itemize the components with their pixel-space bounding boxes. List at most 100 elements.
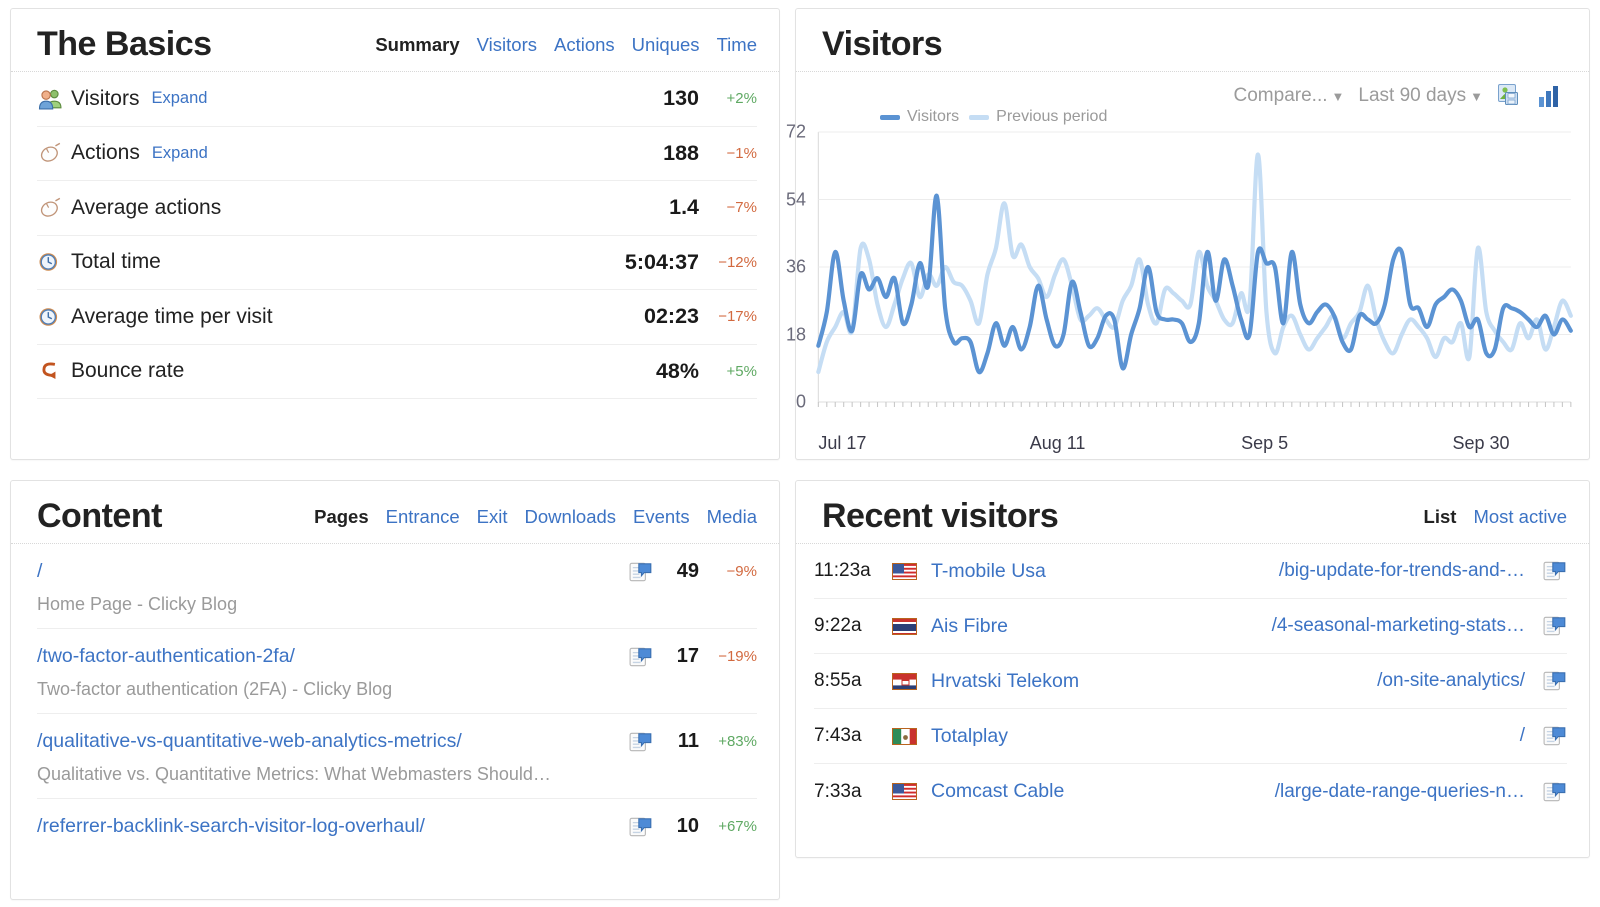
page-preview-icon[interactable] [1543, 615, 1567, 637]
tab-entrance[interactable]: Entrance [386, 506, 460, 528]
visitor-org-link[interactable]: Totalplay [931, 725, 1008, 748]
table-row[interactable]: 8:55a Hrvatski Telekom /on-site-analytic… [814, 654, 1567, 709]
clock-icon [37, 251, 64, 273]
compare-dropdown[interactable]: Compare... ▼ [1234, 85, 1345, 107]
visitor-org-link[interactable]: Comcast Cable [931, 780, 1064, 803]
mouse-icon [37, 197, 64, 219]
stat-row-bounce-rate[interactable]: Bounce rate 48% +5% [37, 345, 757, 399]
tab-media[interactable]: Media [707, 506, 757, 528]
stat-value: 130 [663, 86, 699, 111]
date-range-dropdown[interactable]: Last 90 days ▼ [1358, 85, 1483, 107]
page-visits-value: 11 [677, 730, 699, 752]
flag-icon-th [892, 617, 917, 635]
stat-row-total-time[interactable]: Total time 5:04:37 −12% [37, 236, 757, 290]
list-item[interactable]: /referrer-backlink-search-visitor-log-ov… [37, 799, 757, 851]
page-preview-icon[interactable] [1543, 670, 1567, 692]
tab-pages[interactable]: Pages [314, 506, 369, 528]
dashboard-page: The Basics Summary Visitors Actions Uniq… [0, 0, 1600, 907]
page-visits-value: 10 [676, 815, 699, 837]
page-title-text: Qualitative vs. Quantitative Metrics: Wh… [37, 764, 551, 784]
flag-icon-mx [892, 727, 917, 745]
tab-events[interactable]: Events [633, 506, 690, 528]
visit-time: 7:33a [814, 780, 862, 802]
stat-row-average-actions[interactable]: Average actions 1.4 −7% [37, 181, 757, 236]
visitors-title: Visitors [822, 25, 943, 63]
tab-uniques[interactable]: Uniques [632, 34, 700, 56]
content-row-line: / 49 −9% [37, 560, 757, 583]
recent-visitors-list: 11:23a T-mobile Usa /big-update-for-tren… [796, 544, 1589, 819]
visited-page-link[interactable]: /big-update-for-trends-and-… [1279, 560, 1525, 582]
basics-tabs[interactable]: Summary Visitors Actions Uniques Time [375, 34, 757, 61]
recent-visitors-panel: Recent visitors List Most active 11:23a … [795, 480, 1590, 858]
content-tabs[interactable]: Pages Entrance Exit Downloads Events Med… [314, 506, 757, 533]
flag-icon-us [892, 783, 917, 800]
tab-list[interactable]: List [1424, 506, 1457, 528]
page-url-link[interactable]: /two-factor-authentication-2fa/ [37, 645, 295, 668]
basics-panel: The Basics Summary Visitors Actions Uniq… [10, 8, 780, 460]
list-item[interactable]: / 49 −9% Home Page - Clicky Blog [37, 544, 757, 629]
stat-row-actions[interactable]: Actions Expand 188 −1% [37, 127, 757, 181]
flag-icon-hr [892, 672, 917, 690]
visitors-chart[interactable]: 0 18 36 54 72 Jul 17 Aug 11 Sep 5 Sep 30 [786, 121, 1573, 453]
page-preview-icon[interactable] [629, 646, 653, 668]
table-row[interactable]: 9:22a Ais Fibre /4-seasonal-marketing-st… [814, 599, 1567, 654]
stat-value: 48% [655, 358, 699, 383]
legend-label-visitors: Visitors [907, 108, 960, 125]
page-change: −19% [718, 648, 757, 665]
page-title: The Basics [37, 25, 212, 63]
range-label: Last 90 days [1358, 85, 1467, 106]
page-preview-icon[interactable] [1543, 781, 1567, 803]
y-tick-label: 0 [795, 391, 806, 412]
expand-link-actions[interactable]: Expand [152, 144, 208, 163]
page-preview-icon[interactable] [629, 731, 653, 753]
stat-change: −17% [718, 308, 757, 326]
list-item[interactable]: /qualitative-vs-quantitative-web-analyti… [37, 714, 757, 799]
visited-page-link[interactable]: / [1520, 725, 1525, 747]
legend-visitors: Visitors [880, 108, 959, 126]
tab-downloads[interactable]: Downloads [525, 506, 617, 528]
visited-page-link[interactable]: /4-seasonal-marketing-stats… [1272, 615, 1525, 637]
page-url-link[interactable]: /qualitative-vs-quantitative-web-analyti… [37, 730, 462, 753]
visited-page-link[interactable]: /on-site-analytics/ [1377, 670, 1525, 692]
tab-exit[interactable]: Exit [477, 506, 508, 528]
stat-label: Total time [71, 250, 161, 274]
legend-previous: Previous period [969, 108, 1107, 126]
stat-row-visitors[interactable]: Visitors Expand 130 +2% [37, 72, 757, 127]
stat-row-average-time[interactable]: Average time per visit 02:23 −17% [37, 290, 757, 345]
visitor-org-link[interactable]: Ais Fibre [931, 615, 1008, 638]
tab-time[interactable]: Time [717, 34, 757, 56]
basics-header: The Basics Summary Visitors Actions Uniq… [11, 9, 779, 72]
content-panel: Content Pages Entrance Exit Downloads Ev… [10, 480, 780, 900]
bar-chart-icon[interactable] [1537, 83, 1563, 109]
table-row[interactable]: 7:43a Totalplay / [814, 709, 1567, 764]
page-url-link[interactable]: /referrer-backlink-search-visitor-log-ov… [37, 815, 425, 838]
recent-tabs[interactable]: List Most active [1424, 506, 1567, 533]
page-title-text: Two-factor authentication (2FA) - Clicky… [37, 679, 393, 699]
list-item[interactable]: /two-factor-authentication-2fa/ 17 −19% … [37, 629, 757, 714]
content-row-line: /referrer-backlink-search-visitor-log-ov… [37, 815, 757, 838]
visitors-header: Visitors [796, 9, 1589, 72]
page-preview-icon[interactable] [1543, 560, 1567, 582]
x-tick-label: Sep 30 [1452, 433, 1510, 453]
page-preview-icon[interactable] [629, 816, 653, 838]
visitor-org-link[interactable]: Hrvatski Telekom [931, 670, 1079, 693]
page-preview-icon[interactable] [629, 561, 653, 583]
visitor-org-link[interactable]: T-mobile Usa [931, 560, 1046, 583]
stat-label: Average actions [71, 195, 222, 219]
tab-most-active[interactable]: Most active [1473, 506, 1567, 528]
clock-icon [37, 306, 64, 328]
page-preview-icon[interactable] [1543, 725, 1567, 747]
x-tick-label: Jul 17 [818, 433, 867, 453]
stat-label: Average time per visit [71, 304, 273, 328]
table-row[interactable]: 11:23a T-mobile Usa /big-update-for-tren… [814, 544, 1567, 599]
mouse-icon [37, 142, 64, 164]
table-row[interactable]: 7:33a Comcast Cable /large-date-range-qu… [814, 764, 1567, 819]
expand-link-visitors[interactable]: Expand [151, 89, 207, 108]
page-change: +83% [718, 733, 757, 750]
tab-actions[interactable]: Actions [554, 34, 615, 56]
page-url-link[interactable]: / [37, 560, 42, 583]
tab-summary[interactable]: Summary [375, 34, 459, 56]
tab-visitors[interactable]: Visitors [477, 34, 537, 56]
save-image-icon[interactable] [1497, 83, 1523, 109]
visited-page-link[interactable]: /large-date-range-queries-n… [1275, 781, 1525, 803]
